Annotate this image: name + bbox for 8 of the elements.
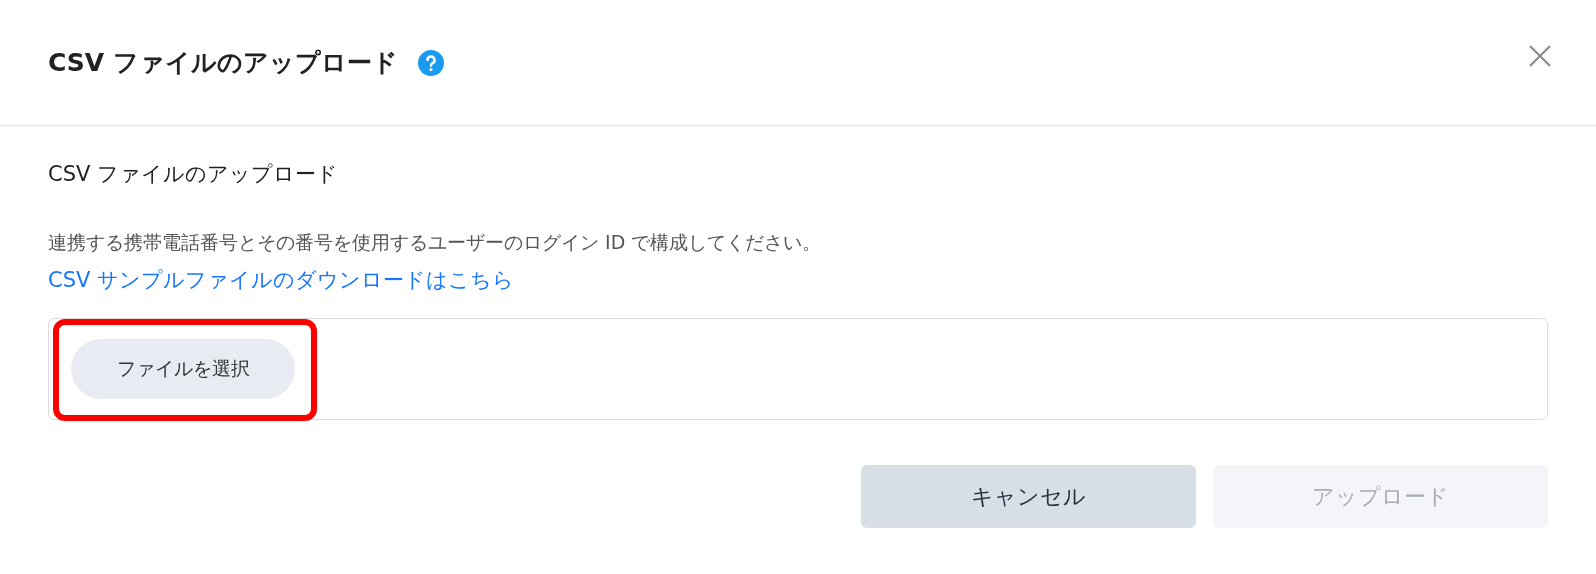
dialog-title: CSV ファイルのアップロード (48, 47, 398, 79)
choose-file-button[interactable]: ファイルを選択 (71, 339, 295, 399)
cancel-button[interactable]: キャンセル (861, 465, 1196, 528)
file-drop-area[interactable]: ファイルを選択 (48, 318, 1548, 420)
sample-download-link[interactable]: CSV サンプルファイルのダウンロードはこちら (48, 266, 515, 294)
help-icon[interactable] (417, 49, 444, 76)
section-title: CSV ファイルのアップロード (48, 161, 340, 188)
description: 連携する携帯電話番号とその番号を使用するユーザーのログイン ID で構成してください。 (48, 230, 823, 255)
